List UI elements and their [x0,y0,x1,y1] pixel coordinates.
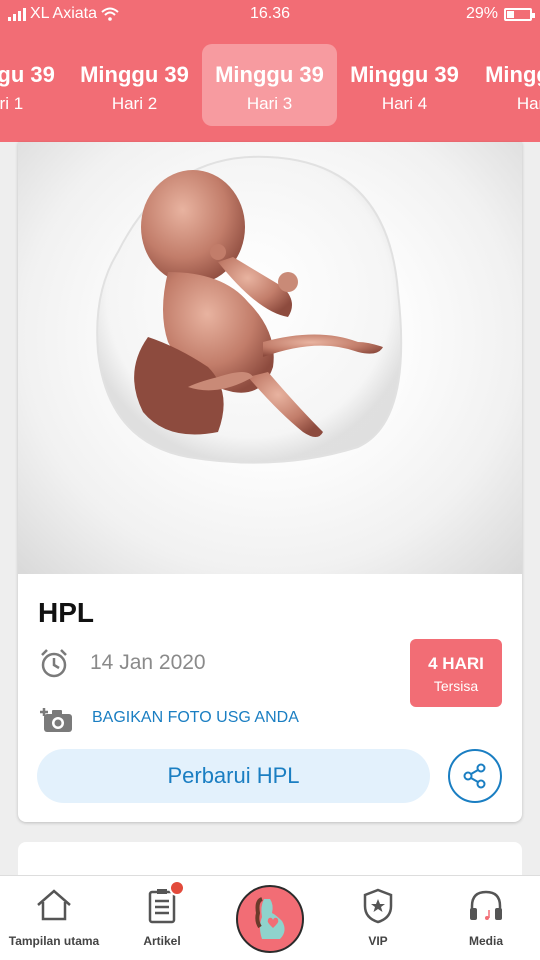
day-tab-hari-3[interactable]: Minggu 39 Hari 3 [202,44,337,126]
fetus-image [96,155,403,464]
update-hpl-button[interactable]: Perbarui HPL [37,749,430,803]
share-button[interactable] [448,749,502,803]
day-tab-week: Minggu 39 [80,62,189,87]
fetus-illustration [18,142,522,574]
nav-media-label: Media [468,934,503,948]
day-tab-hari-2[interactable]: Minggu 39 Hari 2 [67,44,202,126]
day-tab-week: Minggu 39 [350,62,459,87]
status-right: 29% [465,5,535,23]
status-bar: XL Axiata 16.36 29% [0,0,540,30]
day-tab-day: Hari 2 [111,94,158,113]
due-date-value: 14 Jan 2020 [90,651,206,674]
nav-vip-label: VIP [368,934,388,948]
card-title: HPL [38,597,94,628]
days-left-count: 4 HARI [428,654,484,673]
share-usg-row[interactable]: BAGIKAN FOTO USG ANDA [38,702,299,734]
nav-home-label: Tampilan utama [8,934,100,948]
days-left-badge: 4 HARI Tersisa [410,639,502,707]
day-tab-hari-4[interactable]: Minggu 39 Hari 4 [337,44,472,126]
pregnancy-center-button[interactable] [236,885,304,953]
nav-media[interactable]: Media [432,876,540,960]
day-tab-week: Minggu 39 [215,62,324,87]
day-tab-day: Hari 5 [516,94,540,113]
article-icon-wrap [147,880,185,924]
day-tab-week: Minggu 39 [485,62,540,87]
days-left-label: Tersisa [433,678,479,694]
day-tab-week: Minggu 39 [0,62,55,87]
alarm-clock-icon [41,649,67,678]
nav-vip[interactable]: VIP [324,876,432,960]
nav-articles-label: Artikel [143,934,181,948]
battery-icon [504,7,535,21]
day-tab-hari-5[interactable]: Minggu 39 Hari 5 [472,44,540,126]
home-icon [37,889,71,921]
clock: 16.36 [249,5,291,22]
due-date-card: HPL 14 Jan 2020 BAGIKAN FOTO USG ANDA 4 … [18,142,522,822]
battery-percent: 29% [465,5,498,22]
share-icon [463,763,486,789]
nav-home[interactable]: Tampilan utama [0,876,108,960]
day-tab-day: Hari 4 [381,94,428,113]
due-date-row: 14 Jan 2020 [38,647,206,679]
day-tabs: Minggu 39 Hari 1 Minggu 39 Hari 2 Minggu… [0,44,540,126]
pregnant-woman-icon [255,897,285,939]
notification-dot [169,880,185,896]
nav-articles[interactable]: Artikel [108,876,216,960]
day-tab-hari-1[interactable]: Minggu 39 Hari 1 [0,44,68,126]
battery-fill [507,10,514,18]
share-usg-link[interactable]: BAGIKAN FOTO USG ANDA [92,709,299,727]
add-photo-icon [40,708,72,732]
headphones-icon [470,890,502,920]
header: XL Axiata 16.36 29% Minggu 39 Hari 1 Min… [0,0,540,142]
day-tab-day: Hari 3 [246,94,293,113]
day-tab-day: Hari 1 [0,94,24,113]
shield-star-icon [363,888,393,924]
